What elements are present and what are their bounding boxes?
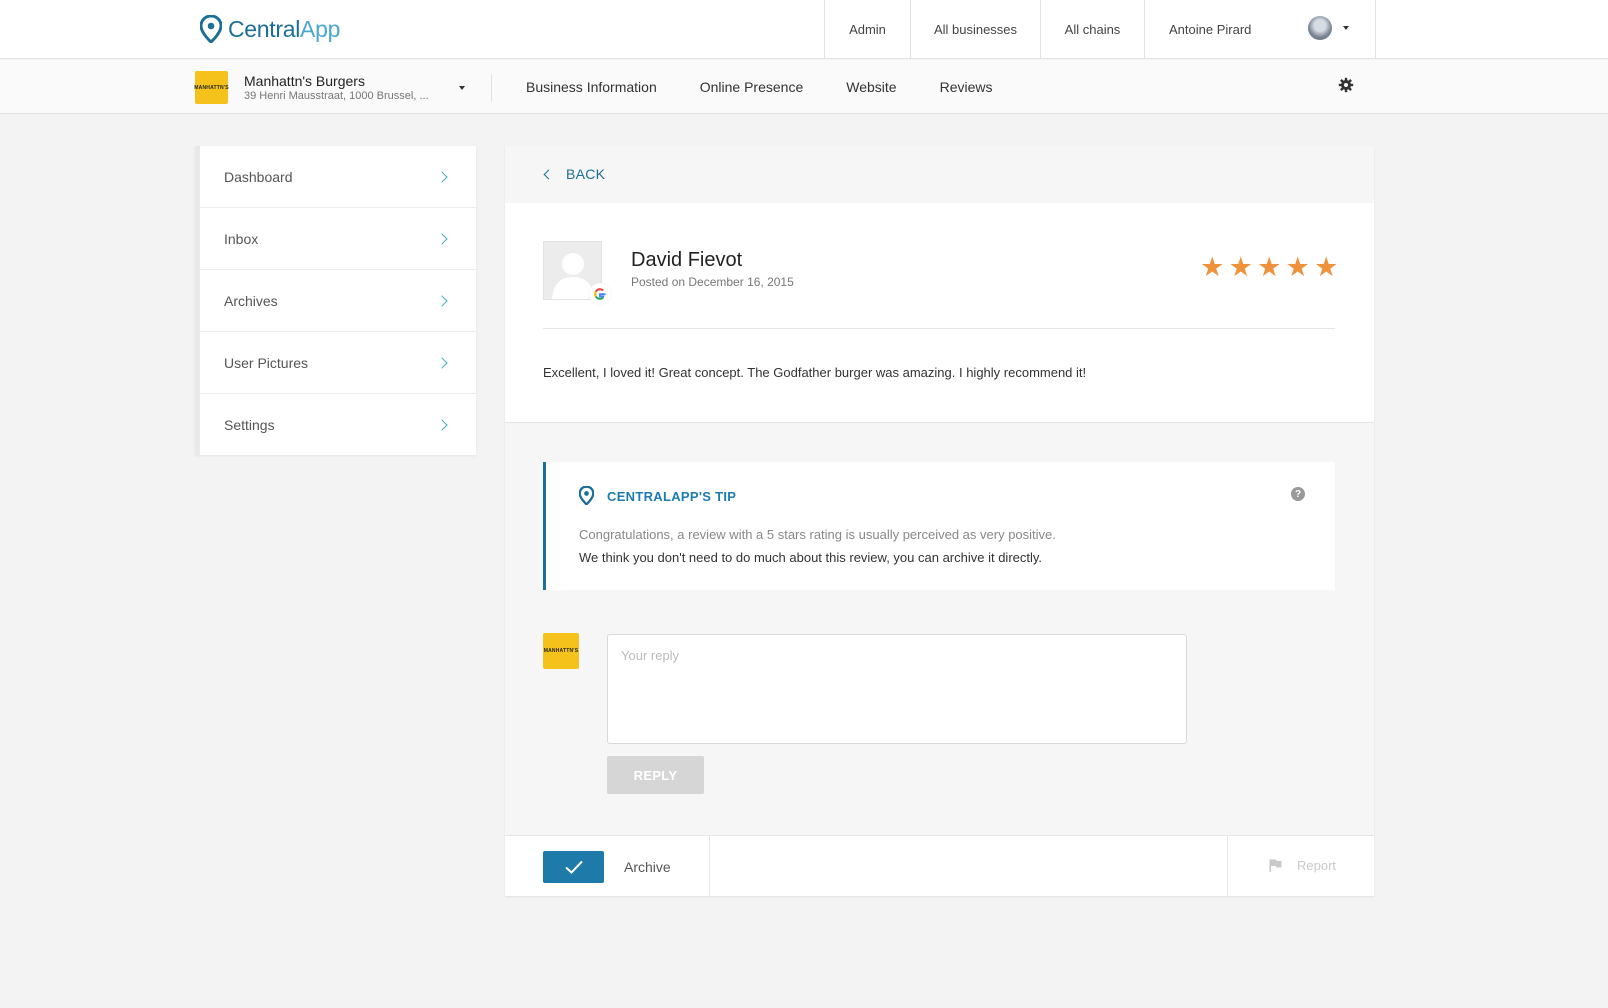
tip-box: CENTRALAPP'S TIP ? Congratulations, a re…: [543, 462, 1335, 590]
star-icon: ★: [1257, 252, 1282, 282]
reply-button[interactable]: REPLY: [607, 756, 704, 794]
sidebar-item-label: User Pictures: [224, 354, 309, 371]
sidebar-item-user-pictures[interactable]: User Pictures: [200, 332, 476, 394]
business-name[interactable]: Manhattn's Burgers: [244, 73, 365, 89]
sidebar: Dashboard Inbox Archives User Pictures S…: [195, 146, 476, 455]
report-label: Report: [1297, 858, 1337, 873]
star-icon: ★: [1314, 252, 1339, 282]
business-logo-text: MANHATTN'S: [194, 84, 229, 91]
sidebar-item-label: Dashboard: [224, 168, 293, 185]
sidebar-item-label: Inbox: [224, 230, 259, 247]
chevron-right-icon: [436, 356, 448, 369]
divider: [709, 836, 710, 897]
chevron-right-icon: [436, 170, 448, 183]
sidebar-item-label: Settings: [224, 416, 275, 433]
sidebar-item-dashboard[interactable]: Dashboard: [200, 146, 476, 208]
tab-website[interactable]: Website: [846, 79, 896, 95]
action-footer: Archive Report: [505, 835, 1374, 897]
user-menu[interactable]: Antoine Pirard: [1145, 0, 1375, 58]
location-pin-icon: [579, 486, 594, 505]
nav-all-businesses[interactable]: All businesses: [911, 0, 1041, 58]
tip-text: We think you don't need to do much about…: [579, 550, 1043, 565]
business-logo: MANHATTN'S: [194, 71, 229, 104]
review-date: Posted on December 16, 2015: [631, 275, 794, 289]
flag-icon: [1269, 859, 1282, 872]
business-address: 39 Henri Mausstraat, 1000 Brussel, ...: [244, 90, 429, 102]
user-name: Antoine Pirard: [1169, 21, 1252, 37]
star-icon: ★: [1228, 252, 1253, 282]
reviewer-name: David Fievot: [631, 249, 743, 271]
business-avatar: MANHATTN'S: [543, 633, 579, 669]
star-rating: ★ ★ ★ ★ ★: [1198, 252, 1341, 282]
review-text: Excellent, I loved it! Great concept. Th…: [543, 365, 1087, 380]
logo-text-central: Central: [228, 15, 301, 42]
checkmark-icon: [564, 860, 583, 874]
star-icon: ★: [1200, 252, 1225, 282]
review-detail-panel: BACK David Fievot Posted on December 16,…: [505, 146, 1374, 897]
top-header: CentralApp Admin All businesses All chai…: [0, 0, 1608, 59]
divider: [543, 328, 1335, 329]
back-bar: BACK: [505, 146, 1374, 203]
help-icon[interactable]: ?: [1291, 487, 1305, 501]
report-button[interactable]: Report: [1269, 858, 1336, 873]
chevron-right-icon: [436, 232, 448, 245]
location-pin-icon: [200, 15, 222, 43]
sidebar-item-inbox[interactable]: Inbox: [200, 208, 476, 270]
business-logo-text: MANHATTN'S: [543, 648, 579, 654]
back-button[interactable]: BACK: [543, 166, 606, 182]
tip-title: CENTRALAPP'S TIP: [607, 489, 737, 504]
archive-label[interactable]: Archive: [624, 859, 671, 875]
logo-text-app: App: [300, 15, 341, 42]
review-card: David Fievot Posted on December 16, 2015…: [505, 203, 1374, 423]
sidebar-item-label: Archives: [224, 292, 278, 309]
business-bar: MANHATTN'S Manhattn's Burgers 39 Henri M…: [0, 60, 1608, 114]
sidebar-item-settings[interactable]: Settings: [200, 394, 476, 455]
nav-admin[interactable]: Admin: [825, 0, 911, 58]
caret-down-icon[interactable]: [1343, 26, 1349, 30]
avatar[interactable]: [1308, 16, 1332, 40]
divider: [491, 74, 492, 102]
divider: [1227, 836, 1228, 897]
centralapp-logo[interactable]: CentralApp: [200, 14, 340, 44]
business-switcher-caret-icon[interactable]: [459, 86, 465, 90]
gear-icon[interactable]: [1338, 77, 1354, 93]
tip-text: Congratulations, a review with a 5 stars…: [579, 527, 1056, 542]
chevron-right-icon: [436, 294, 448, 307]
archive-button[interactable]: [543, 851, 604, 883]
tab-reviews[interactable]: Reviews: [940, 79, 993, 95]
chevron-right-icon: [436, 418, 448, 431]
chevron-left-icon: [543, 169, 554, 179]
reply-input[interactable]: [607, 634, 1187, 744]
nav-all-chains[interactable]: All chains: [1041, 0, 1145, 58]
tab-business-information[interactable]: Business Information: [526, 79, 657, 95]
sidebar-item-archives[interactable]: Archives: [200, 270, 476, 332]
business-tabs: Business Information Online Presence Web…: [526, 60, 1035, 114]
top-nav: Admin All businesses All chains Antoine …: [824, 0, 1376, 58]
back-label: BACK: [566, 166, 606, 182]
google-icon: [589, 283, 611, 305]
star-icon: ★: [1285, 252, 1310, 282]
tab-online-presence[interactable]: Online Presence: [700, 79, 804, 95]
